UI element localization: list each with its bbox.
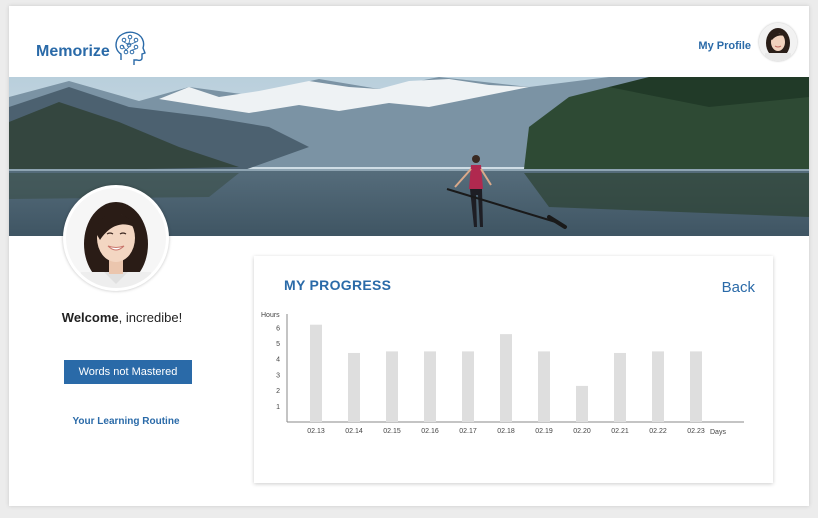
x-tick-label: 02.21 [611, 428, 629, 435]
x-tick-label: 02.18 [497, 428, 515, 435]
bar-02.18 [500, 334, 512, 422]
app-window: Memorize My Profile Welcome, incredibe! … [9, 6, 809, 506]
bar-02.20 [576, 385, 588, 422]
x-tick-label: 02.22 [649, 428, 667, 435]
y-tick-label: 5 [276, 341, 280, 348]
user-avatar-large[interactable] [63, 185, 169, 291]
learning-routine-link[interactable]: Your Learning Routine [9, 416, 243, 427]
x-tick-label: 02.16 [421, 428, 439, 435]
bar-02.16 [424, 351, 436, 422]
welcome-bold: Welcome [61, 310, 119, 325]
welcome-message: Welcome, incredibe! [9, 310, 235, 325]
brain-head-icon [115, 31, 146, 65]
y-tick-label: 2 [276, 388, 280, 395]
x-axis-title: Days [710, 429, 726, 436]
x-tick-label: 02.20 [573, 428, 591, 435]
my-profile-link[interactable]: My Profile [698, 40, 751, 52]
logo-text: Memorize [36, 43, 110, 60]
y-tick-label: 6 [276, 325, 280, 332]
bar-02.13 [310, 324, 322, 422]
x-tick-label: 02.19 [535, 428, 553, 435]
x-tick-label: 02.14 [345, 428, 363, 435]
progress-bar-chart: Hours 1 2 3 4 5 6 02.13 02.14 02.15 02.16 02.17 02.1… [261, 312, 744, 436]
logo[interactable]: Memorize [36, 31, 148, 68]
y-axis-title: Hours [261, 312, 280, 319]
progress-title: MY PROGRESS [284, 277, 392, 293]
bar-02.17 [462, 351, 474, 422]
y-tick-label: 1 [276, 404, 280, 411]
y-tick-label: 4 [276, 357, 280, 364]
welcome-name: , incredibe! [118, 310, 183, 325]
woman-portrait-large-icon [66, 188, 166, 288]
bar-02.19 [538, 351, 550, 422]
x-tick-label: 02.23 [687, 428, 705, 435]
x-tick-label: 02.13 [307, 428, 325, 435]
woman-portrait-small-icon [759, 23, 797, 61]
x-tick-label: 02.17 [459, 428, 477, 435]
bar-02.14 [348, 352, 360, 422]
y-tick-label: 3 [276, 372, 280, 379]
bar-02.22 [652, 351, 664, 422]
profile-avatar[interactable] [759, 23, 797, 61]
x-tick-label: 02.15 [383, 428, 401, 435]
words-not-mastered-button[interactable]: Words not Mastered [64, 360, 192, 384]
bar-02.15 [386, 351, 398, 422]
progress-panel: MY PROGRESS Back Hours 1 2 3 4 5 6 02.13 02.14 02… [254, 256, 773, 483]
back-link[interactable]: Back [722, 279, 755, 296]
bar-02.23 [690, 351, 702, 422]
bar-02.21 [614, 352, 626, 422]
